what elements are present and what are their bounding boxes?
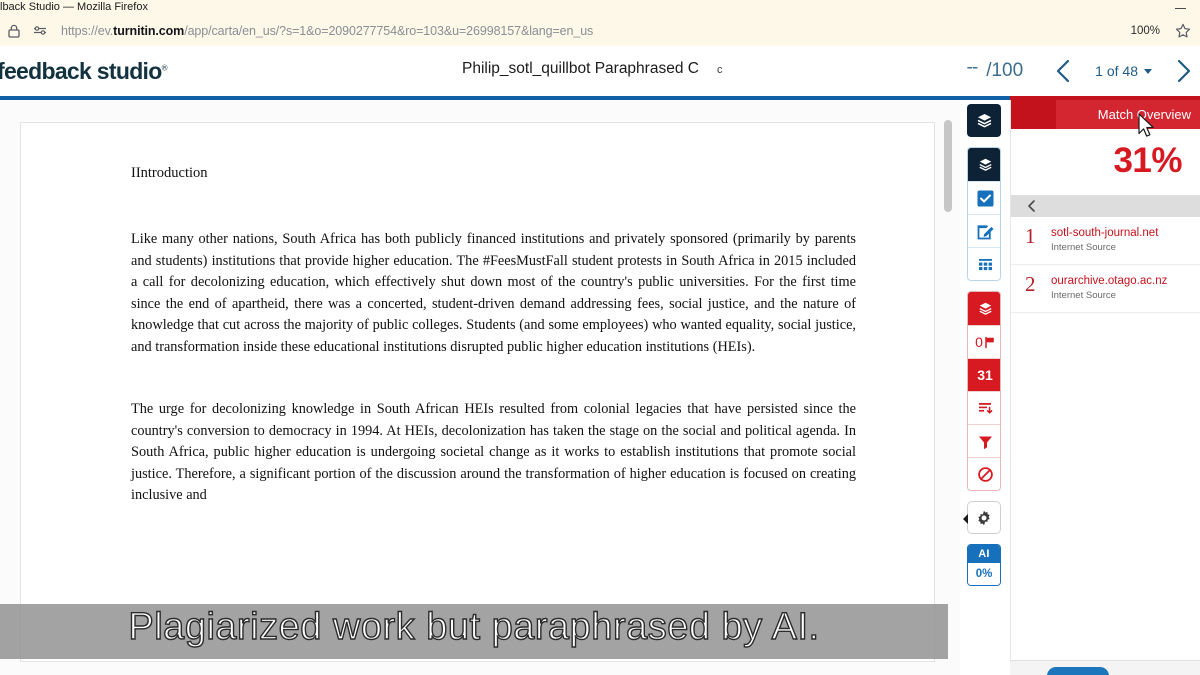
exclusion-block-icon[interactable] [968, 457, 1000, 490]
similarity-layers-icon[interactable] [968, 292, 1000, 325]
browser-titlebar: lback Studio — Mozilla Firefox [0, 0, 1200, 16]
pencil-edit-icon[interactable] [968, 214, 1000, 247]
match-list-item[interactable]: 2 ourarchive.otago.ac.nz Internet Source [1011, 265, 1200, 313]
match-list-item[interactable]: 1 sotl-south-journal.net Internet Source… [1011, 217, 1200, 265]
caret-down-icon [1144, 68, 1152, 74]
match-source-url: sotl-south-journal.net [1051, 227, 1159, 239]
document-scrollbar[interactable] [944, 100, 952, 675]
logo-trademark: ® [161, 63, 168, 73]
match-list-navbar [1011, 195, 1200, 217]
document-heading: IIntroduction [131, 165, 208, 181]
mouse-cursor [1138, 113, 1156, 140]
page-title: Philip_sotl_quillbot Paraphrased C [462, 60, 699, 77]
window-title: lback Studio — Mozilla Firefox [0, 1, 148, 13]
grading-tools-group [967, 147, 1001, 281]
download-report-icon[interactable] [968, 391, 1000, 424]
zoom-level-label[interactable]: 100% [1131, 25, 1160, 37]
prev-page-button[interactable] [1047, 54, 1081, 88]
page-indicator-label: 1 of 48 [1095, 63, 1138, 79]
document-title-group: Philip_sotl_quillbot Paraphrased C c [462, 60, 722, 78]
feedback-studio-header: feedback studio® Philip_sotl_quillbot Pa… [0, 46, 1200, 96]
document-paragraph: Like many other nations, South Africa ha… [131, 231, 856, 355]
caption-overlay-text: Plagiarized work but paraphrased by AI. [128, 605, 820, 648]
checkmark-grading-icon[interactable] [968, 181, 1000, 214]
match-index: 2 [1025, 272, 1036, 296]
app-root: lback Studio — Mozilla Firefox https://e… [0, 0, 1200, 675]
layers-icon[interactable] [968, 148, 1000, 181]
layers-active-icon[interactable] [967, 104, 1001, 137]
document-paragraph: The urge for decolonizing knowledge in S… [131, 401, 856, 503]
collapse-panel-icon[interactable] [1025, 199, 1039, 213]
document-page: IIntroduction Like many other nations, S… [20, 122, 935, 662]
next-page-button[interactable] [1166, 54, 1200, 88]
feedback-studio-logo: feedback studio® [0, 58, 168, 85]
layers-toggle-group [967, 104, 1001, 137]
url-path: /app/carta/en_us/?s=1&o=2090277754&ro=10… [184, 24, 594, 38]
grade-display[interactable]: -- /100 [966, 57, 1024, 82]
similarity-score-icon[interactable]: 31 [968, 358, 1000, 391]
grade-total: /100 [986, 60, 1024, 81]
document-title-suffix: c [716, 64, 723, 76]
flag-count-label: 0 [975, 334, 983, 350]
header-controls: -- /100 1 of 48 [967, 46, 1200, 96]
similarity-tools-group: 0 31 [967, 291, 1001, 491]
bookmark-star-icon[interactable] [1174, 22, 1192, 40]
match-source-type: Internet Source [1051, 242, 1116, 253]
browser-navbar: https://ev.turnitin.com/app/carta/en_us/… [0, 16, 1200, 46]
minimize-icon[interactable] [1175, 3, 1186, 14]
url-prefix: https://ev. [61, 24, 114, 38]
grade-value: -- [966, 57, 979, 78]
filter-funnel-icon[interactable] [968, 424, 1000, 457]
flag-count-icon[interactable]: 0 [968, 325, 1000, 358]
page-indicator[interactable]: 1 of 48 [1095, 63, 1152, 79]
document-viewer: IIntroduction Like many other nations, S… [0, 100, 960, 675]
match-source-url: ourarchive.otago.ac.nz [1051, 275, 1168, 287]
tool-sidebar: 0 31 AI 0% [963, 104, 1002, 586]
ai-percentage: 0% [968, 563, 1000, 585]
match-source-type: Internet Source [1051, 290, 1116, 301]
ai-writing-indicator[interactable]: AI 0% [967, 544, 1001, 586]
similarity-score-label: 31 [977, 367, 993, 383]
url-domain: turnitin.com [113, 24, 185, 38]
similarity-score-display: 31% [1113, 141, 1182, 180]
match-index: 1 [1025, 224, 1036, 248]
ai-label: AI [968, 545, 1000, 563]
tracking-protection-icon[interactable] [32, 23, 49, 39]
url-input[interactable]: https://ev.turnitin.com/app/carta/en_us/… [61, 24, 1131, 38]
bottom-action-button[interactable] [1047, 667, 1109, 675]
settings-pointer-notch [963, 514, 968, 524]
match-overview-header[interactable]: Match Overview [1011, 100, 1200, 129]
logo-text: feedback studio [0, 58, 162, 84]
rubric-grid-icon[interactable] [968, 247, 1000, 280]
settings-gear-icon [978, 510, 990, 525]
lock-icon [6, 23, 22, 39]
scrollbar-thumb[interactable] [944, 120, 952, 212]
match-overview-panel: Match Overview 31% 1 sotl-south-journal.… [1010, 100, 1200, 675]
settings-gear-button[interactable] [963, 501, 1001, 534]
